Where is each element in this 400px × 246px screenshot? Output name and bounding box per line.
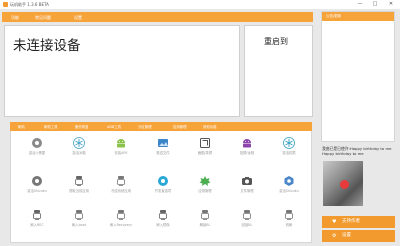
leaf-icon	[199, 175, 211, 187]
tab-flash[interactable]: 刷机	[18, 124, 25, 129]
camera-icon	[241, 175, 253, 187]
tool-label: 推送文件	[156, 151, 170, 155]
tab-other[interactable]: 其他功能	[203, 124, 217, 129]
heart-icon: ♥	[332, 219, 337, 225]
robot-icon	[157, 209, 169, 221]
tool-label: 刷入REC	[30, 223, 44, 227]
tool-label: 刷入Recovery	[110, 223, 132, 227]
crop-icon	[199, 137, 211, 149]
window-title: 玩机助手 1.3.6 BETA	[10, 2, 49, 7]
tool-label: 冻结系统应用	[111, 189, 131, 193]
robot-icon	[283, 209, 295, 221]
tool-label: 提取当前应用	[69, 189, 89, 193]
android-icon	[115, 137, 127, 149]
tab-flash-tools[interactable]: 刷机工具	[44, 124, 58, 129]
tool-item[interactable]: 回锁BL	[229, 207, 265, 237]
tool-grid: 激活小黑屋 激活冰箱 安装APK 推送文件 截图/录屏 投屏/远程 激活权限激活Shizuk…	[10, 131, 312, 243]
tool-item[interactable]: 安装APK	[103, 135, 139, 165]
tool-label: 激活权限	[282, 151, 296, 155]
gear-icon	[31, 137, 43, 149]
tool-item[interactable]: 刷入REC	[19, 207, 55, 237]
robot-icon	[73, 209, 85, 221]
support-author-button[interactable]: ♥ 支持作者	[322, 216, 395, 228]
main-menu-bar: 功能 常见问题 设置	[2, 12, 313, 22]
tool-label: 回锁BL	[241, 223, 253, 227]
tool-label: 安装APK	[114, 151, 128, 155]
tool-item[interactable]: 刷入镜像	[145, 207, 181, 237]
qr-code-image	[323, 161, 363, 206]
image-icon	[157, 137, 169, 149]
announcement-title: 公告/更新	[326, 14, 342, 18]
device-status-card: 未连接设备	[4, 25, 240, 117]
tool-item[interactable]: 解锁BL	[187, 207, 223, 237]
title-bar: 玩机助手 1.3.6 BETA — □ ✕	[0, 0, 400, 9]
maximize-button[interactable]: □	[370, 1, 380, 8]
tool-item[interactable]: 推送文件	[145, 135, 181, 165]
tool-item[interactable]: 截图/录屏	[187, 135, 223, 165]
robot-icon	[241, 209, 253, 221]
tool-item[interactable]: 刷入boot	[61, 207, 97, 237]
gear-icon	[157, 175, 169, 187]
tab-partition[interactable]: 分区管理	[138, 124, 152, 129]
tab-app-manage[interactable]: 应用管理	[173, 124, 187, 129]
tool-item[interactable]: 激活权限	[271, 135, 307, 165]
announcement-header: 公告/更新	[322, 12, 394, 21]
reboot-title: 重启到	[264, 37, 288, 46]
menu-item-settings[interactable]: 设置	[74, 15, 82, 21]
tool-label: 应用管理	[198, 189, 212, 193]
tool-item[interactable]: 提取当前应用	[61, 173, 97, 203]
tool-label: 激活Shizuku	[279, 189, 299, 193]
tool-item[interactable]: 激活Shizuku	[19, 173, 55, 203]
tab-backup[interactable]: 备份恢复	[75, 124, 89, 129]
robot-icon	[31, 209, 43, 221]
close-button[interactable]: ✕	[386, 1, 396, 8]
robot-icon	[115, 209, 127, 221]
tab-adb-tools[interactable]: ADB工具	[107, 124, 121, 129]
tool-item[interactable]: 应用管理	[187, 173, 223, 203]
tool-label: 线刷	[285, 223, 293, 227]
tool-label: 刷入boot	[71, 223, 86, 227]
announcement-panel: 公告/更新	[321, 11, 395, 142]
tool-item[interactable]: 刷入Recovery	[103, 207, 139, 237]
tool-item[interactable]: 激活小黑屋	[19, 135, 55, 165]
tool-tabs: 刷机 刷机工具 备份恢复 ADB工具 分区管理 应用管理 其他功能	[10, 122, 312, 131]
gear-icon	[31, 175, 43, 187]
tool-item[interactable]: 激活冰箱	[61, 135, 97, 165]
tool-label: 文件管理	[240, 189, 254, 193]
tool-item[interactable]: 冻结系统应用	[103, 173, 139, 203]
hexagon-icon	[283, 175, 295, 187]
menu-item-function[interactable]: 功能	[11, 15, 19, 21]
tool-item[interactable]: 激活Shizuku	[271, 173, 307, 203]
connection-status: 未连接设备	[13, 38, 81, 54]
tool-label: 解锁BL	[199, 223, 211, 227]
tool-label: 截图/录屏	[197, 151, 213, 155]
snowflake-icon	[283, 137, 295, 149]
tool-item[interactable]: 文件管理	[229, 173, 265, 203]
robot-icon	[73, 175, 85, 187]
robot-icon	[199, 209, 211, 221]
snowflake-icon	[73, 137, 85, 149]
tool-label: 激活冰箱	[72, 151, 86, 155]
tool-item[interactable]: 线刷	[271, 207, 307, 237]
gear-icon: ⚙	[332, 233, 337, 239]
tool-item[interactable]: 开发者选项	[145, 173, 181, 203]
tool-label: 激活Shizuku	[27, 189, 47, 193]
tool-label: 投屏/远程	[239, 151, 255, 155]
minimize-button[interactable]: —	[355, 1, 365, 8]
tool-item[interactable]: 投屏/远程	[229, 135, 265, 165]
tool-label: 开发者选项	[154, 189, 172, 193]
tool-label: 刷入镜像	[156, 223, 170, 227]
settings-button[interactable]: ⚙ 设置	[322, 230, 395, 242]
app-logo-icon	[3, 2, 8, 7]
birthday-message: 我曲已是日使许:Happy birthday to me Happy birth…	[322, 146, 392, 157]
robot-icon	[115, 175, 127, 187]
android-icon	[241, 137, 253, 149]
reboot-card: 重启到	[244, 25, 313, 117]
tool-label: 激活小黑屋	[28, 151, 46, 155]
menu-item-faq[interactable]: 常见问题	[35, 15, 51, 21]
